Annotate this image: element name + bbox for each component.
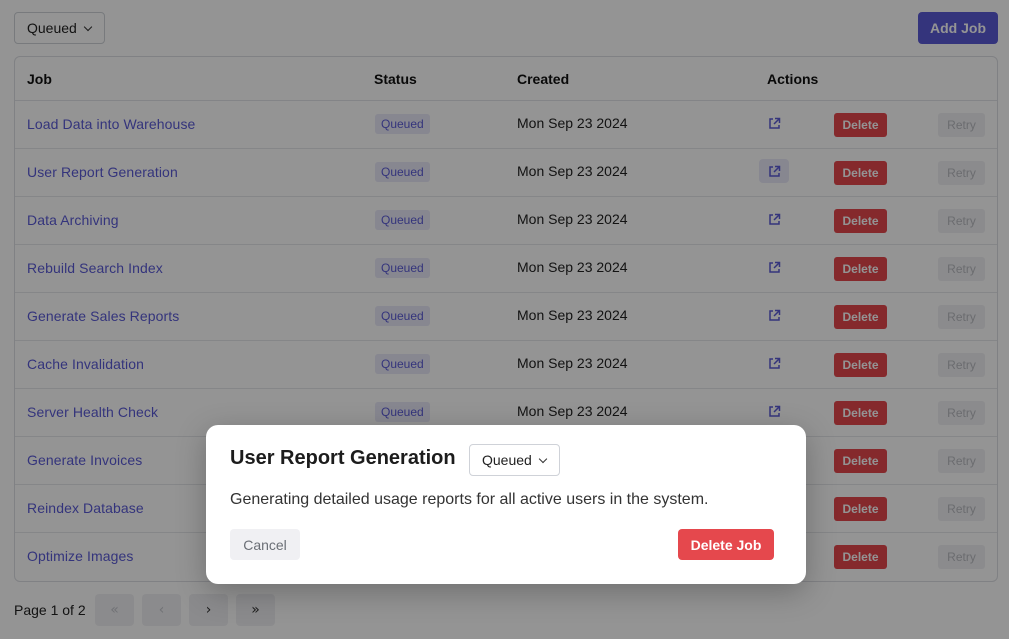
delete-job-button[interactable]: Delete Job	[678, 529, 774, 560]
modal-status-value: Queued	[482, 452, 532, 468]
cancel-button[interactable]: Cancel	[230, 529, 300, 560]
chevron-down-icon	[538, 454, 548, 463]
modal-title: User Report Generation	[230, 447, 456, 469]
job-detail-modal: User Report Generation Queued Generating…	[206, 425, 806, 584]
modal-description: Generating detailed usage reports for al…	[230, 491, 709, 508]
modal-status-select[interactable]: Queued	[469, 444, 560, 476]
